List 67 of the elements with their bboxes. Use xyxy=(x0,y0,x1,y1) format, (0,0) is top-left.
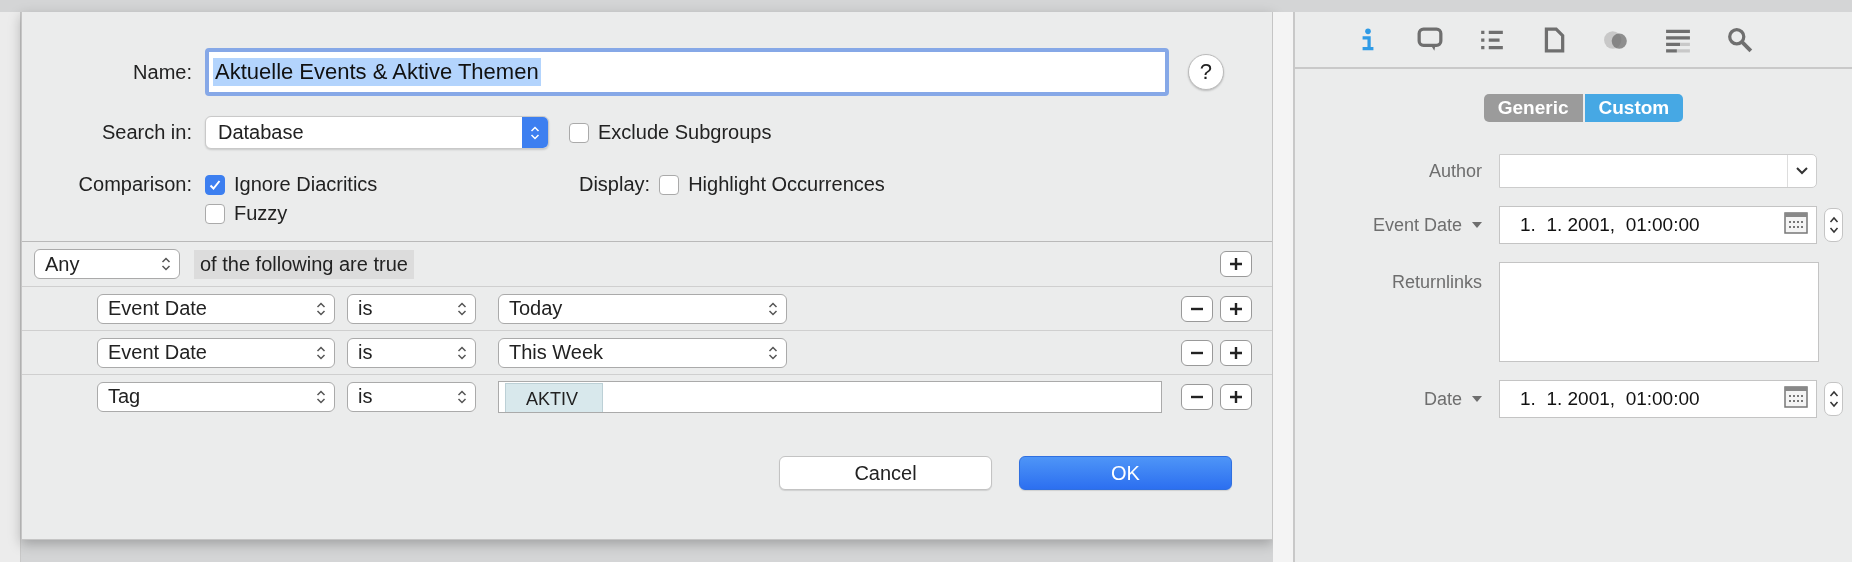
dropdown-triangle-icon[interactable] xyxy=(1472,221,1482,229)
remove-rule-button[interactable] xyxy=(1181,295,1213,322)
remove-rule-button[interactable] xyxy=(1181,383,1213,410)
checkbox-label: Fuzzy xyxy=(234,202,288,225)
checkbox[interactable] xyxy=(659,174,680,195)
checkbox[interactable] xyxy=(205,203,225,224)
field-label: Comparison: xyxy=(77,173,192,196)
stepper-arrows-icon xyxy=(316,388,326,405)
stepper-arrows-icon xyxy=(457,300,467,317)
stepper-arrows-icon xyxy=(530,124,540,141)
search-in-popup[interactable]: Database xyxy=(205,116,549,149)
plus-icon xyxy=(1229,345,1243,360)
calendar-icon[interactable] xyxy=(1784,211,1808,234)
date-stepper[interactable] xyxy=(1824,382,1843,416)
ok-button[interactable]: OK xyxy=(1019,456,1232,490)
help-button[interactable]: ? xyxy=(1188,54,1224,90)
stepper-arrows-icon xyxy=(457,388,467,405)
stepper-arrows-icon xyxy=(768,344,778,361)
stepper-arrows-icon xyxy=(768,300,778,317)
add-rule-button[interactable] xyxy=(1220,339,1252,366)
stepper-arrows-icon xyxy=(316,300,326,317)
checkbox[interactable] xyxy=(205,174,225,195)
field-label: Date xyxy=(1423,388,1462,410)
field-label: Event Date xyxy=(1372,214,1462,236)
cancel-button[interactable]: Cancel xyxy=(779,456,992,490)
value-popup[interactable]: Today xyxy=(498,293,787,324)
field-label: Search in: xyxy=(100,121,192,144)
plus-icon xyxy=(1229,257,1243,271)
field-label: Display: xyxy=(579,173,651,196)
date-field[interactable]: 1. 1. 2001, 01:00:00 xyxy=(1499,206,1817,244)
search-icon[interactable] xyxy=(1725,25,1754,54)
chevron-down-icon[interactable] xyxy=(1795,166,1809,176)
returnlinks-field[interactable] xyxy=(1499,262,1819,362)
date-stepper[interactable] xyxy=(1824,208,1843,242)
add-rule-button[interactable] xyxy=(1220,251,1252,277)
field-popup[interactable]: Event Date xyxy=(97,293,335,324)
name-field[interactable]: Aktuelle Events & Aktive Themen xyxy=(205,48,1169,96)
dropdown-triangle-icon[interactable] xyxy=(1472,395,1482,403)
field-label: Name: xyxy=(132,60,192,84)
field-label: Author xyxy=(1428,160,1482,182)
stepper-arrows-icon xyxy=(1828,389,1839,409)
add-rule-button[interactable] xyxy=(1220,295,1252,322)
checkbox-label: Highlight Occurrences xyxy=(688,173,885,196)
plus-icon xyxy=(1229,301,1243,316)
field-popup[interactable]: Tag xyxy=(97,381,335,412)
tag-field[interactable]: AKTIV xyxy=(498,380,1162,413)
checkbox-label: Ignore Diacritics xyxy=(234,173,378,196)
value-popup[interactable]: This Week xyxy=(498,337,787,368)
stepper-arrows-icon xyxy=(161,256,171,272)
field-popup[interactable]: Event Date xyxy=(97,337,335,368)
operator-popup[interactable]: is xyxy=(347,293,476,324)
add-rule-button[interactable] xyxy=(1220,383,1252,410)
date-field[interactable]: 1. 1. 2001, 01:00:00 xyxy=(1499,380,1817,418)
stepper-arrows-icon xyxy=(1828,215,1839,235)
calendar-icon[interactable] xyxy=(1784,385,1808,408)
operator-popup[interactable]: is xyxy=(347,381,476,412)
checkbox-label: Exclude Subgroups xyxy=(598,121,772,144)
rule-text: of the following are true xyxy=(194,249,414,279)
checkbox[interactable] xyxy=(569,122,589,143)
field-label: Returnlinks xyxy=(1391,272,1482,293)
stepper-arrows-icon xyxy=(457,344,467,361)
match-popup[interactable]: Any xyxy=(34,249,180,279)
stepper-arrows-icon xyxy=(316,344,326,361)
operator-popup[interactable]: is xyxy=(347,337,476,368)
remove-rule-button[interactable] xyxy=(1181,339,1213,366)
tag-token[interactable]: AKTIV xyxy=(505,382,603,412)
plus-icon xyxy=(1229,389,1243,404)
